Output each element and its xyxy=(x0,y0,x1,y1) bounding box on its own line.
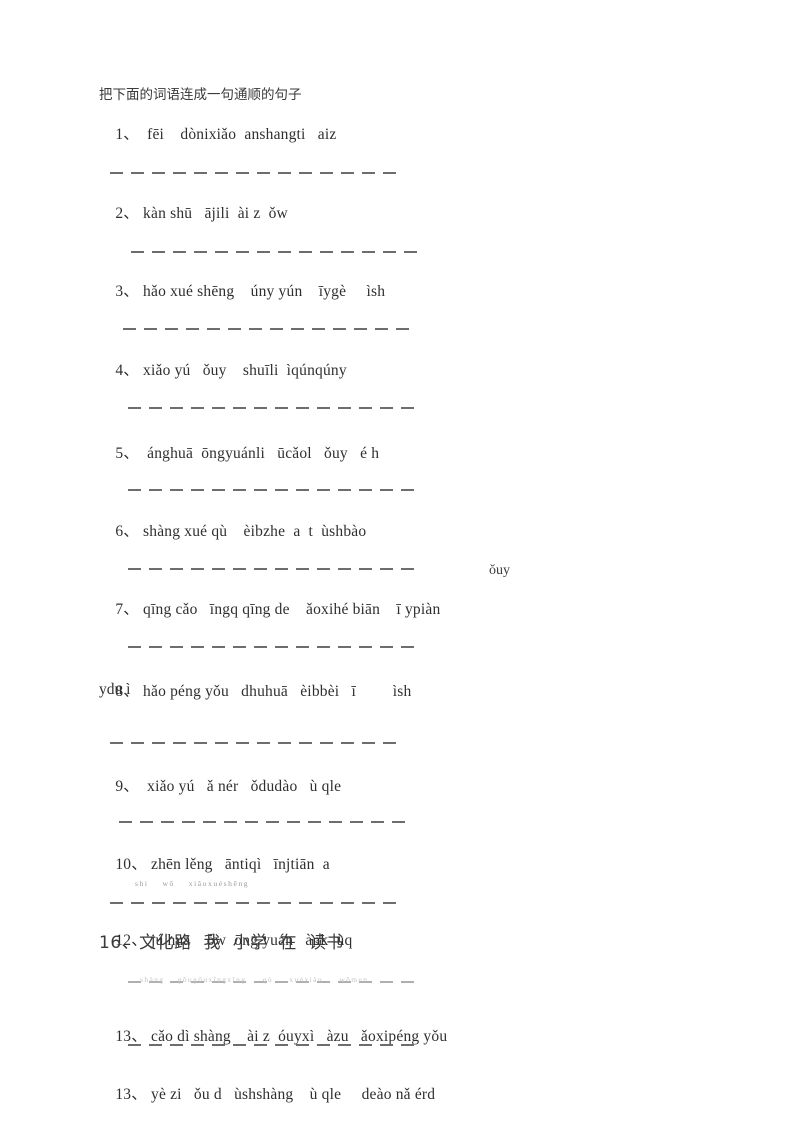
answer-rule-9[interactable] xyxy=(119,821,411,823)
question-item-8: 8、 hǎo péng yǒu dhuhuā èibbèi ī ìsh xyxy=(99,665,411,720)
answer-rule-6[interactable] xyxy=(128,568,420,570)
question-number: 10、 xyxy=(115,856,147,874)
answer-rule-10[interactable] xyxy=(110,902,402,904)
question-text: xiǎo yú ǎ nér ǒdudào ù qle xyxy=(138,778,342,796)
question-item-7: 7、 qīng cǎo īngq qīng de ǎoxihé biān ī y… xyxy=(99,583,440,638)
question-number: 3、 xyxy=(115,283,139,301)
question-item-5: 5、 ánghuā ōngyuánli ūcǎol ǒuy é h xyxy=(99,427,379,482)
question-number: 7、 xyxy=(115,601,139,619)
question-item-13b: 13、 yè zi ǒu d ùshshàng ù qle deào nǎ ér… xyxy=(99,1068,435,1123)
question-text: zhēn lěng āntiqì īnjtiān a xyxy=(146,856,330,874)
answer-rule-13a[interactable] xyxy=(128,1044,420,1046)
answer-rule-7[interactable] xyxy=(128,646,420,648)
question-item-1: 1、 fēi dònixiǎo anshangti aiz xyxy=(99,108,336,163)
question-number: 6、 xyxy=(115,523,139,541)
question-text: fēi dònixiǎo anshangti aiz xyxy=(138,126,337,144)
question-text: yè zi ǒu d ùshshàng ù qle deào nǎ érd xyxy=(146,1086,436,1104)
stray-fragment-q7: ǒuy xyxy=(489,563,510,578)
question-text: xiǎo yú ǒuy shuīli ìqúnqúny xyxy=(138,362,347,380)
question-text: hǎo xué shēng úny yún īygè ìsh xyxy=(138,283,386,301)
pinyin-annotation-upper: shi wǒ xiǎoxuéshēng xyxy=(135,879,250,888)
question-item-13a: 13、 cǎo dì shàng ài z óuyxì àzu ǎoxipéng… xyxy=(99,1010,447,1065)
answer-rule-2[interactable] xyxy=(131,251,423,253)
question-item-4: 4、 xiǎo yú ǒuy shuīli ìqúnqúny xyxy=(99,344,347,399)
page-title: 把下面的词语连成一句通顺的句子 xyxy=(99,87,302,103)
question-item-8-continuation: ydu ì xyxy=(99,681,131,698)
question-number: 13、 xyxy=(115,1028,147,1046)
question-number: 2、 xyxy=(115,205,139,223)
question-number: 5、 xyxy=(115,445,139,463)
question-number: 4、 xyxy=(115,362,139,380)
question-text: shàng xué qù èibzhe a t ùshbào xyxy=(138,523,367,541)
question-item-3: 3、 hǎo xué shēng úny yún īygè ìsh xyxy=(99,265,385,320)
pinyin-annotation-faded: shàng gōugōuxīngxīng qù xuéxiào wǒmen xyxy=(140,975,369,984)
answer-rule-1[interactable] xyxy=(110,172,402,174)
question-number: 13、 xyxy=(115,1086,147,1104)
question-number: 1、 xyxy=(115,126,139,144)
overlapping-hanzi-answer-line: 16、文化路 我 小学 在 读书 xyxy=(99,933,344,953)
question-text: qīng cǎo īngq qīng de ǎoxihé biān ī ypià… xyxy=(138,601,441,619)
question-item-2: 2、 kàn shū ājili ài z ǒw xyxy=(99,187,288,242)
answer-rule-8[interactable] xyxy=(110,742,402,744)
question-text: hǎo péng yǒu dhuhuā èibbèi ī ìsh xyxy=(138,683,412,701)
question-text: cǎo dì shàng ài z óuyxì àzu ǎoxipéng yǒu xyxy=(146,1028,448,1046)
worksheet-page: 把下面的词语连成一句通顺的句子 1、 fēi dònixiǎo anshangt… xyxy=(0,0,800,1132)
question-number: 9、 xyxy=(115,778,139,796)
answer-rule-5[interactable] xyxy=(128,489,420,491)
answer-rule-4[interactable] xyxy=(128,407,420,409)
question-item-6: 6、 shàng xué qù èibzhe a t ùshbào xyxy=(99,505,366,560)
question-text: ánghuā ōngyuánli ūcǎol ǒuy é h xyxy=(138,445,380,463)
question-item-9: 9、 xiǎo yú ǎ nér ǒdudào ù qle xyxy=(99,760,341,815)
question-text: kàn shū ājili ài z ǒw xyxy=(138,205,288,223)
answer-rule-3[interactable] xyxy=(123,328,415,330)
